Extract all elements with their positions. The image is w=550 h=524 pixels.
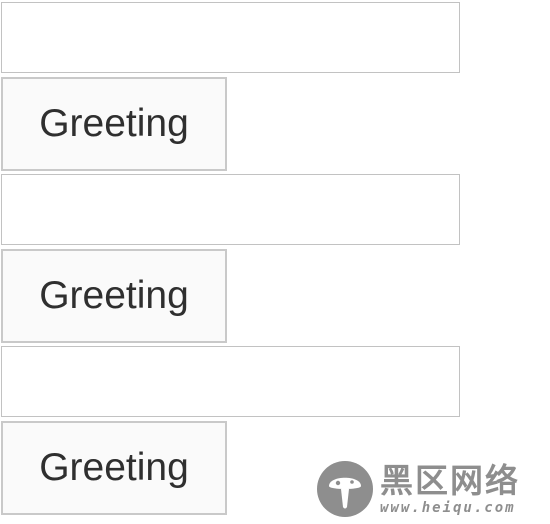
watermark-url: www.heiqu.com (380, 499, 516, 516)
name-input-3[interactable] (1, 346, 460, 417)
watermark-site-name: 黑区网络 (380, 460, 520, 500)
name-input-2[interactable] (1, 174, 460, 245)
greeting-form-page: Greeting Greeting Greeting 黑区网络 www.heiq… (0, 0, 550, 524)
greeting-button-3[interactable]: Greeting (1, 421, 227, 515)
greeting-button-2[interactable]: Greeting (1, 249, 227, 343)
watermark-text: 黑区网络 www.heiqu.com (380, 464, 520, 515)
mushroom-logo-icon (317, 461, 373, 517)
site-watermark: 黑区网络 www.heiqu.com (316, 459, 550, 519)
name-input-1[interactable] (1, 2, 460, 73)
greeting-button-1[interactable]: Greeting (1, 77, 227, 171)
